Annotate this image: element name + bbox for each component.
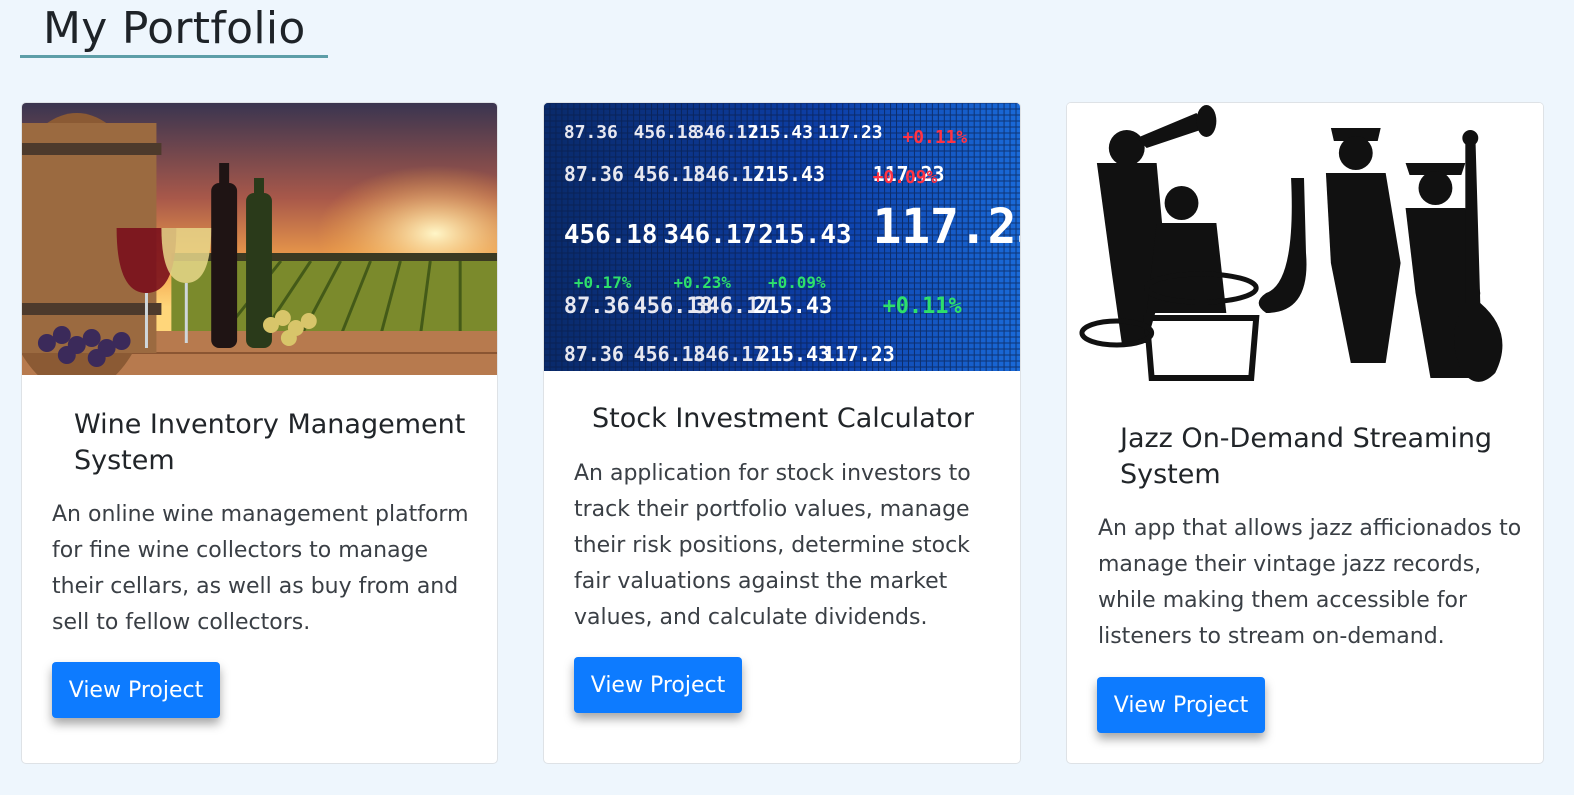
ticker-value: +0.09%: [873, 167, 938, 188]
ticker-value: 87.36: [564, 294, 630, 319]
project-title: Wine Inventory Management System: [74, 409, 466, 476]
project-description: An online wine management platform for f…: [52, 502, 469, 635]
ticker-value: 456.18: [564, 220, 658, 250]
ticker-value: +0.11%: [902, 127, 967, 148]
ticker-value: 215.43: [753, 162, 825, 186]
project-description: An application for stock investors to tr…: [574, 461, 971, 630]
view-project-button[interactable]: View Project: [574, 657, 742, 713]
ticker-value: 87.36: [564, 162, 624, 186]
jazz-band-image: [1067, 103, 1543, 395]
ticker-value: 346.17: [663, 220, 757, 250]
ticker-value: 215.43: [748, 122, 813, 143]
ticker-value: +0.17%: [574, 273, 632, 292]
ticker-value: 117.23: [818, 122, 883, 143]
view-project-button[interactable]: View Project: [1097, 677, 1265, 733]
ticker-value: 456.18: [634, 122, 699, 143]
ticker-value: 117.23: [823, 342, 895, 366]
project-description: An app that allows jazz afficionados to …: [1098, 516, 1522, 649]
ticker-value: 87.36: [564, 122, 618, 143]
page-title-block: My Portfolio: [20, 0, 328, 58]
page-title: My Portfolio: [43, 3, 306, 54]
project-title: Jazz On-Demand Streaming System: [1120, 423, 1493, 490]
ticker-value: +0.11%: [883, 294, 963, 319]
ticker-value: 117.23: [873, 200, 1020, 255]
ticker-value: 215.43: [758, 342, 830, 366]
project-card-stock: 87.36 456.18 346.17 215.43 117.23 87.36 456.18…: [543, 102, 1021, 764]
ticker-value: 87.36: [564, 342, 624, 366]
ticker-value: 215.43: [758, 220, 852, 250]
wine-vineyard-image: [22, 103, 497, 375]
ticker-value: 215.43: [753, 294, 832, 319]
ticker-value: +0.23%: [673, 273, 731, 292]
ticker-value: +0.09%: [768, 273, 826, 292]
view-project-button[interactable]: View Project: [52, 662, 220, 718]
ticker-value: 346.17: [693, 342, 765, 366]
project-card-wine: Wine Inventory Management System An onli…: [21, 102, 498, 764]
project-card-jazz: Jazz On-Demand Streaming System An app t…: [1066, 102, 1544, 764]
project-title: Stock Investment Calculator: [592, 403, 974, 434]
stock-ticker-image: 87.36 456.18 346.17 215.43 117.23 87.36 456.18…: [544, 103, 1020, 371]
